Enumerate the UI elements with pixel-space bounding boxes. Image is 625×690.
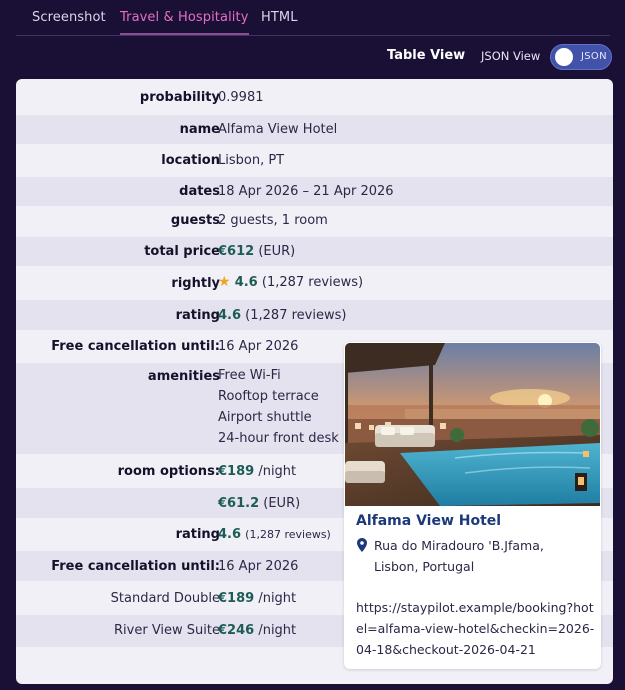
key-river-view: River View Suite — [114, 623, 220, 638]
extra-price-currency: (EUR) — [263, 496, 301, 511]
value-free-cancellation-2: 16 Apr 2026 — [218, 559, 299, 574]
value-total-price: €612 (EUR) — [218, 244, 295, 259]
key-dates: dates — [179, 184, 220, 199]
value-guests: 2 guests, 1 room — [218, 213, 328, 228]
tab-travel-hospitality[interactable]: Travel & Hospitality — [120, 10, 249, 35]
tab-screenshot[interactable]: Screenshot — [32, 10, 106, 25]
star-icon: ★ — [218, 274, 231, 290]
card-booking-url[interactable]: https://staypilot.example/booking?hotel=… — [356, 597, 600, 660]
row-name: name Alfama View Hotel — [16, 115, 613, 144]
json-view-label[interactable]: JSON View — [481, 49, 540, 63]
key-rating: rating — [175, 308, 220, 323]
value-extra-price: €61.2 (EUR) — [218, 496, 300, 511]
key-free-cancellation-2: Free cancellation until: — [51, 559, 220, 574]
rating-reviews: (1,287 reviews) — [245, 308, 347, 323]
row-rating: rating 4.6 (1,287 reviews) — [16, 300, 613, 330]
key-probability: probability — [139, 90, 220, 105]
key-rightly: rightly — [171, 276, 220, 291]
value-room-options: €189 /night — [218, 464, 296, 479]
table-view-label[interactable]: Table View — [387, 48, 465, 63]
key-free-cancellation: Free cancellation until: — [51, 339, 220, 354]
card-address-line2: Lisbon, Portugal — [374, 559, 475, 574]
json-view-toggle[interactable]: JSON — [550, 44, 612, 70]
value-rightly: ★ 4.6 (1,287 reviews) — [218, 274, 363, 290]
key-room-options: room options: — [117, 464, 220, 479]
key-total-price: total price — [144, 244, 220, 259]
rightly-score: 4.6 — [234, 275, 258, 290]
amenity-item: 24-hour front desk — [218, 431, 339, 446]
top-tab-bar: Screenshot Travel & Hospitality HTML — [16, 0, 610, 36]
card-hotel-title[interactable]: Alfama View Hotel — [356, 513, 501, 529]
tab-html[interactable]: HTML — [261, 10, 298, 25]
amenity-item: Free Wi-Fi — [218, 368, 281, 383]
amenity-item: Rooftop terrace — [218, 389, 319, 404]
value-rating: 4.6 (1,287 reviews) — [218, 308, 346, 323]
view-toggle-row: Table View JSON View JSON — [0, 43, 625, 70]
value-name: Alfama View Hotel — [218, 122, 338, 137]
row-dates: dates 18 Apr 2026 – 21 Apr 2026 — [16, 177, 613, 206]
row-total-price: total price €612 (EUR) — [16, 237, 613, 266]
room-options-price: €189 — [218, 464, 255, 479]
key-amenities: amenities — [147, 369, 220, 384]
value-river-view: €246 /night — [218, 623, 296, 638]
rating-score: 4.6 — [218, 308, 242, 323]
total-price-amount: €612 — [218, 244, 255, 259]
key-rating-2: rating — [175, 527, 220, 542]
value-free-cancellation: 16 Apr 2026 — [218, 339, 299, 354]
value-probability: 0.9981 — [218, 90, 264, 105]
rating-2-score: 4.6 — [218, 527, 242, 542]
location-pin-icon — [357, 538, 367, 552]
hotel-photo — [345, 343, 600, 506]
key-guests: guests — [170, 213, 220, 228]
row-probability: probability 0.9981 — [16, 86, 613, 110]
rightly-reviews: (1,287 reviews) — [261, 275, 364, 290]
value-dates: 18 Apr 2026 – 21 Apr 2026 — [218, 184, 394, 199]
hotel-photo-graphic — [345, 343, 600, 506]
standard-double-unit: /night — [258, 591, 297, 606]
key-location: location — [161, 153, 220, 168]
row-guests: guests 2 guests, 1 room — [16, 207, 613, 235]
value-standard-double: €189 /night — [218, 591, 296, 606]
row-location: location Lisbon, PT — [16, 146, 613, 175]
standard-double-price: €189 — [218, 591, 255, 606]
river-view-price: €246 — [218, 623, 255, 638]
toggle-label: JSON — [581, 51, 607, 62]
value-location: Lisbon, PT — [218, 153, 285, 168]
toggle-knob — [555, 48, 573, 66]
total-price-currency: (EUR) — [258, 244, 296, 259]
extra-price-amount: €61.2 — [218, 496, 260, 511]
key-standard-double: Standard Double — [110, 591, 220, 606]
row-rightly: rightly ★ 4.6 (1,287 reviews) — [16, 268, 613, 298]
amenities-list: Free Wi-Fi Rooftop terrace Airport shutt… — [218, 365, 339, 449]
value-rating-2: 4.6 (1,287 reviews) — [218, 527, 331, 542]
hotel-card[interactable]: Alfama View Hotel Rua do Miradouro 'B.Jf… — [344, 342, 601, 669]
amenity-item: Airport shuttle — [218, 410, 312, 425]
room-options-unit: /night — [258, 464, 297, 479]
rating-2-reviews: (1,287 reviews) — [245, 528, 331, 541]
card-address-line1: Rua do Miradouro 'B.Jfama, — [374, 538, 544, 553]
river-view-unit: /night — [258, 623, 297, 638]
key-name: name — [179, 122, 220, 137]
